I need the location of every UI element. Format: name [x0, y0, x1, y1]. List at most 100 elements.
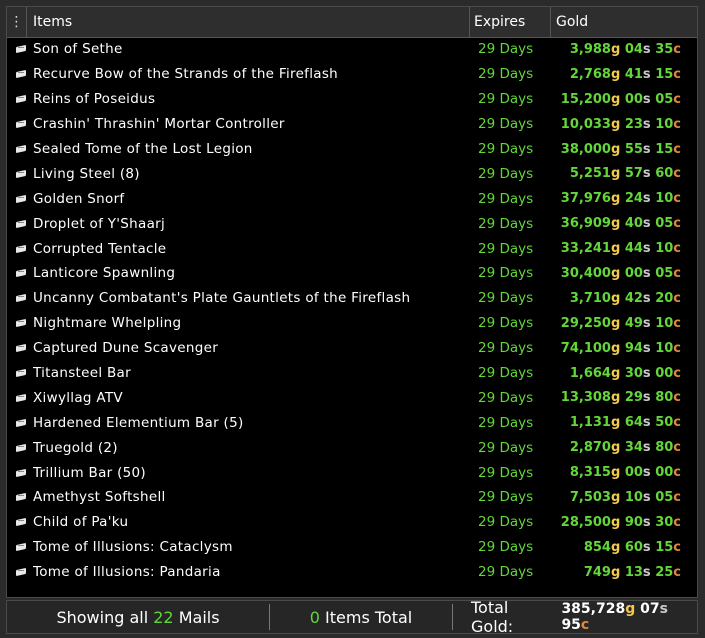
- item-name[interactable]: Reins of Poseidus: [33, 91, 474, 107]
- total-gold-summary: Total Gold: 385,728g 07s 95c: [453, 598, 697, 636]
- item-name[interactable]: Truegold (2): [33, 440, 474, 456]
- mail-row[interactable]: Truegold (2) 29 Days 2,870g 34s 80c: [7, 435, 697, 460]
- mail-row[interactable]: Living Steel (8) 29 Days 5,251g 57s 60c: [7, 161, 697, 186]
- mail-row[interactable]: Child of Pa'ku 29 Days 28,500g 90s 30c: [7, 510, 697, 535]
- mail-row[interactable]: Trillium Bar (50) 29 Days 8,315g 00s 00c: [7, 460, 697, 485]
- item-name[interactable]: Uncanny Combatant's Plate Gauntlets of t…: [33, 290, 474, 306]
- mail-row[interactable]: Recurve Bow of the Strands of the Firefl…: [7, 62, 697, 87]
- expires-value: 29 Days: [478, 439, 534, 456]
- mail-icon: [15, 169, 29, 179]
- item-name[interactable]: Titansteel Bar: [33, 365, 474, 381]
- item-name[interactable]: Golden Snorf: [33, 191, 474, 207]
- mail-icon: [15, 244, 29, 254]
- mail-row[interactable]: Tome of Illusions: Cataclysm 29 Days 854g …: [7, 535, 697, 560]
- item-name[interactable]: Sealed Tome of the Lost Legion: [33, 141, 474, 157]
- item-name[interactable]: Hardened Elementium Bar (5): [33, 415, 474, 431]
- gold-value: 3,710g 42s 20c: [569, 290, 681, 306]
- gold-value: 854g 60s 15c: [583, 539, 681, 555]
- table-header: ⋮ Items Expires Gold: [7, 7, 697, 38]
- mail-row[interactable]: Crashin' Thrashin' Mortar Controller 29 D…: [7, 112, 697, 137]
- expires-value: 29 Days: [478, 564, 534, 581]
- item-name[interactable]: Recurve Bow of the Strands of the Firefl…: [33, 66, 474, 82]
- mail-row[interactable]: Nightmare Whelpling 29 Days 29,250g 49s 10…: [7, 311, 697, 336]
- item-name[interactable]: Tome of Illusions: Cataclysm: [33, 539, 474, 555]
- gold-value: 7,503g 10s 05c: [569, 489, 681, 505]
- gold-value: 29,250g 49s 10c: [560, 315, 681, 331]
- expires-value: 29 Days: [478, 215, 534, 232]
- showing-prefix: Showing all: [56, 607, 149, 627]
- item-name[interactable]: Lanticore Spawnling: [33, 265, 474, 281]
- mail-icon: [15, 567, 29, 577]
- item-name[interactable]: Nightmare Whelpling: [33, 315, 474, 331]
- total-gold-label: Total Gold:: [471, 598, 514, 636]
- column-header-gold[interactable]: Gold: [551, 7, 697, 37]
- mail-row[interactable]: Lanticore Spawnling 29 Days 30,400g 00s 05…: [7, 261, 697, 286]
- gold-value: 36,909g 40s 05c: [560, 216, 681, 232]
- mail-row[interactable]: Uncanny Combatant's Plate Gauntlets of t…: [7, 286, 697, 311]
- expires-value: 29 Days: [478, 41, 534, 58]
- mail-count-summary: Showing all 22 Mails: [7, 604, 270, 630]
- mail-icon: [15, 343, 29, 353]
- mail-icon: [15, 94, 29, 104]
- item-name[interactable]: Tome of Illusions: Pandaria: [33, 564, 474, 580]
- gold-value: 3,988g 04s 35c: [569, 41, 681, 57]
- item-name[interactable]: Living Steel (8): [33, 166, 474, 182]
- expires-value: 29 Days: [478, 91, 534, 108]
- mail-icon: [15, 517, 29, 527]
- mail-row[interactable]: Son of Sethe 29 Days 3,988g 04s 35c: [7, 37, 697, 62]
- gold-value: 74,100g 94s 10c: [560, 340, 681, 356]
- items-total-summary: 0 Items Total: [270, 604, 453, 630]
- expires-value: 29 Days: [478, 365, 534, 382]
- mail-row[interactable]: Sealed Tome of the Lost Legion 29 Days 38,…: [7, 137, 697, 162]
- item-name[interactable]: Child of Pa'ku: [33, 514, 474, 530]
- mail-row[interactable]: Captured Dune Scavenger 29 Days 74,100g 94…: [7, 336, 697, 361]
- column-header-expires[interactable]: Expires: [470, 7, 551, 37]
- expires-value: 29 Days: [478, 414, 534, 431]
- mail-icon: [15, 468, 29, 478]
- item-name[interactable]: Droplet of Y'Shaarj: [33, 216, 474, 232]
- expires-value: 29 Days: [478, 141, 534, 157]
- gold-value: 1,664g 30s 00c: [569, 365, 681, 381]
- item-name[interactable]: Captured Dune Scavenger: [33, 340, 474, 356]
- mail-row[interactable]: Reins of Poseidus 29 Days 15,200g 00s 05c: [7, 87, 697, 112]
- gold-value: 5,251g 57s 60c: [569, 166, 681, 182]
- mail-row[interactable]: Amethyst Softshell 29 Days 7,503g 10s 05c: [7, 485, 697, 510]
- gold-value: 13,308g 29s 80c: [560, 390, 681, 406]
- mail-row[interactable]: Corrupted Tentacle 29 Days 33,241g 44s 10c: [7, 236, 697, 261]
- mail-row[interactable]: Tome of Illusions: Pandaria 29 Days 749g 1…: [7, 560, 697, 585]
- mail-rows: Son of Sethe 29 Days 3,988g 04s 35c Recurve…: [7, 37, 697, 585]
- expires-value: 29 Days: [478, 240, 534, 257]
- total-gold-value: 385,728g 07s 95c: [561, 601, 668, 633]
- mail-icon: [15, 393, 29, 403]
- gold-value: 38,000g 55s 15c: [560, 141, 681, 157]
- gold-value: 33,241g 44s 10c: [560, 241, 681, 257]
- mail-row[interactable]: Xiwyllag ATV 29 Days 13,308g 29s 80c: [7, 385, 697, 410]
- mail-icon: [15, 194, 29, 204]
- expires-value: 29 Days: [478, 539, 534, 556]
- item-name[interactable]: Corrupted Tentacle: [33, 241, 474, 257]
- item-name[interactable]: Trillium Bar (50): [33, 465, 474, 481]
- expires-value: 29 Days: [478, 315, 534, 332]
- mail-icon: [15, 69, 29, 79]
- expires-value: 29 Days: [478, 190, 534, 207]
- item-name[interactable]: Crashin' Thrashin' Mortar Controller: [33, 116, 474, 132]
- column-header-items[interactable]: Items: [27, 7, 470, 37]
- item-name[interactable]: Son of Sethe: [33, 41, 474, 57]
- expires-value: 29 Days: [478, 514, 534, 531]
- mail-row[interactable]: Golden Snorf 29 Days 37,976g 24s 10c: [7, 186, 697, 211]
- mail-row[interactable]: Titansteel Bar 29 Days 1,664g 30s 00c: [7, 361, 697, 386]
- expires-value: 29 Days: [478, 340, 534, 357]
- mail-icon: [15, 542, 29, 552]
- mail-row[interactable]: Hardened Elementium Bar (5) 29 Days 1,131g…: [7, 410, 697, 435]
- expires-value: 29 Days: [478, 66, 534, 83]
- gold-value: 2,870g 34s 80c: [569, 440, 681, 456]
- mail-icon: [15, 492, 29, 502]
- vertical-dots-icon[interactable]: ⋮: [7, 7, 27, 37]
- mail-icon: [15, 418, 29, 428]
- mail-row[interactable]: Droplet of Y'Shaarj 29 Days 36,909g 40s 05…: [7, 211, 697, 236]
- item-name[interactable]: Xiwyllag ATV: [33, 390, 474, 406]
- item-name[interactable]: Amethyst Softshell: [33, 489, 474, 505]
- expires-value: 29 Days: [478, 265, 534, 282]
- mail-icon: [15, 44, 29, 54]
- expires-value: 29 Days: [478, 389, 534, 406]
